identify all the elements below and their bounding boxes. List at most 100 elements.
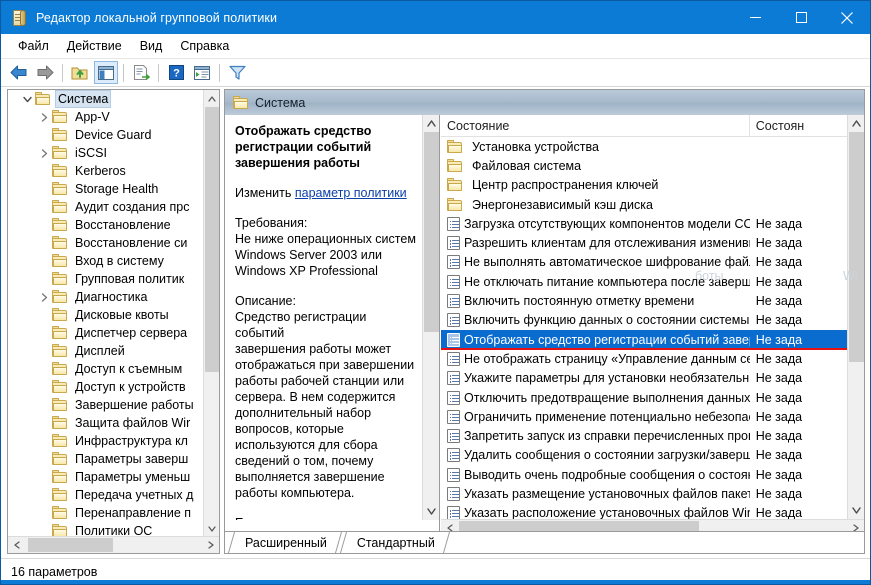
table-row[interactable]: Отображать средство регистрации событий … [441,329,847,350]
tree-item[interactable]: Параметры заверш [8,450,204,468]
menu-file[interactable]: Файл [9,36,58,56]
tree-item[interactable]: Политики ОС [8,522,204,537]
table-row[interactable]: Укажите параметры для установки необязат… [441,369,847,388]
edit-policy-link[interactable]: параметр политики [295,186,407,200]
tab-standard[interactable]: Стандартный [341,532,449,553]
tree-item[interactable]: Device Guard [8,126,204,144]
tab-extended[interactable]: Расширенный [229,532,341,553]
tree-item[interactable]: Доступ к съемным [8,360,204,378]
maximize-button[interactable] [778,1,824,34]
row-state-cell: Не зада [755,371,803,386]
details-vertical-scrollbar[interactable] [422,115,439,520]
table-row[interactable]: Не выполнять автоматическое шифрование ф… [441,253,847,272]
tree-item[interactable]: Вход в систему [8,252,204,270]
tree-item-sistema[interactable]: Система [8,90,204,108]
scroll-thumb[interactable] [424,132,439,332]
folder-icon [52,218,68,232]
folder-icon [52,236,68,250]
tree-item-label: Доступ к устройств [75,380,186,394]
tree-indent-spacer [37,253,52,269]
tree-item[interactable]: Аудит создания прс [8,198,204,216]
scroll-thumb[interactable] [28,538,113,552]
table-row[interactable]: Ограничить применение потенциально небез… [441,407,847,426]
list-vertical-scrollbar[interactable] [847,115,864,519]
tree-item[interactable]: Storage Health [8,180,204,198]
tree-item[interactable]: Перенаправление п [8,504,204,522]
tree-item[interactable]: Защита файлов Wir [8,414,204,432]
table-row[interactable]: Файловая система [441,156,847,175]
chevron-right-icon[interactable] [37,289,52,305]
requirements-label: Требования: [235,216,308,230]
scroll-up-arrow[interactable] [204,90,219,107]
scroll-down-arrow[interactable] [848,502,864,519]
row-state-cell: Не зада [755,467,803,482]
chevron-right-icon[interactable] [37,109,52,125]
scroll-thumb[interactable] [849,132,864,362]
menu-view[interactable]: Вид [131,36,172,56]
table-row[interactable]: Указать размещение установочных файлов п… [441,484,847,503]
row-name-cell: Укажите параметры для установки необязат… [441,371,750,386]
tree-item[interactable]: Kerberos [8,162,204,180]
tree-item[interactable]: Завершение работы [8,396,204,414]
tree-item[interactable]: Восстановление си [8,234,204,252]
help-button[interactable]: ? [164,61,188,84]
tree-vertical-scrollbar[interactable] [203,90,219,537]
close-button[interactable] [824,1,870,34]
tree-item[interactable]: Диагностика [8,288,204,306]
table-row[interactable]: Центр распространения ключей [441,176,847,195]
filter-button[interactable] [225,61,249,84]
table-row[interactable]: Выводить очень подробные сообщения о сос… [441,465,847,484]
up-one-level-button[interactable] [68,61,92,84]
tree-item[interactable]: Передача учетных д [8,486,204,504]
table-row[interactable]: Указать расположение установочных файлов… [441,504,847,519]
table-row[interactable]: Не отключать питание компьютера после за… [441,272,847,291]
table-row[interactable]: Отключить предотвращение выполнения данн… [441,388,847,407]
column-header-state[interactable]: Состоян [750,115,847,137]
show-hide-console-tree-button[interactable] [94,61,118,84]
table-row[interactable]: Разрешить клиентам для отслеживания изме… [441,233,847,252]
tree-item[interactable]: Групповая политик [8,270,204,288]
scroll-down-arrow[interactable] [204,520,219,537]
folder-icon [52,506,68,520]
tree-item[interactable]: Параметры уменьш [8,468,204,486]
tree-item[interactable]: iSCSI [8,144,204,162]
export-list-button[interactable] [129,61,153,84]
table-row[interactable]: Установка устройства [441,137,847,156]
scroll-up-arrow[interactable] [423,115,439,132]
tree-horizontal-scrollbar[interactable] [8,536,219,553]
table-row[interactable]: Включить функцию данных о состоянии сист… [441,311,847,330]
folder-icon [52,128,68,142]
row-name-label: Загрузка отсутствующих компонентов модел… [464,216,750,231]
minimize-button[interactable] [732,1,778,34]
table-row[interactable]: Загрузка отсутствующих компонентов модел… [441,214,847,233]
show-action-pane-button[interactable] [190,61,214,84]
scroll-left-arrow[interactable] [8,537,25,553]
tree-item[interactable]: Дисковые квоты [8,306,204,324]
menu-help[interactable]: Справка [171,36,238,56]
tree-item[interactable]: Инфраструктура кл [8,432,204,450]
tree-item[interactable]: App-V [8,108,204,126]
table-row[interactable]: Включить постоянную отметку времени Не за… [441,291,847,310]
tree-item[interactable]: Диспетчер сервера [8,324,204,342]
table-row[interactable]: Не отображать страницу «Управление данны… [441,349,847,368]
chevron-right-icon[interactable] [37,145,52,161]
table-row[interactable]: Энергонезависимый кэш диска [441,195,847,214]
column-header-setting[interactable]: Состояние [441,115,750,137]
scroll-right-arrow[interactable] [202,537,219,553]
folder-icon [52,254,68,268]
description-line: дополнительный набор [235,406,372,420]
tree-item[interactable]: Дисплей [8,342,204,360]
tree-indent-spacer [37,451,52,467]
table-row[interactable]: Запретить запуск из справки перечисленны… [441,426,847,445]
forward-button[interactable] [33,61,57,84]
table-row[interactable]: Удалить сообщения о состоянии загрузки/з… [441,446,847,465]
back-button[interactable] [7,61,31,84]
tree-item[interactable]: Доступ к устройств [8,378,204,396]
scroll-thumb[interactable] [205,107,219,372]
scroll-down-arrow[interactable] [423,503,439,520]
menu-action[interactable]: Действие [58,36,131,56]
chevron-down-icon[interactable] [20,91,35,107]
scroll-up-arrow[interactable] [848,115,864,132]
tree-item-label: Дисплей [75,344,125,358]
tree-item[interactable]: Восстановление [8,216,204,234]
